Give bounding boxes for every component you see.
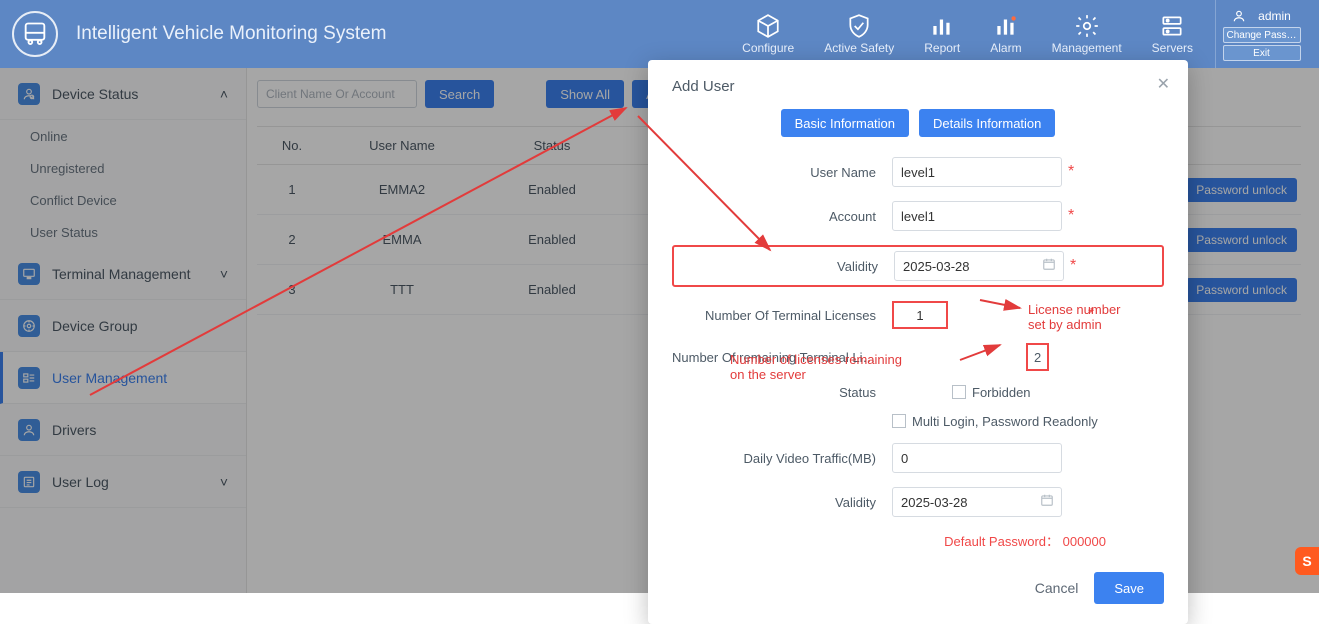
input-daily-video[interactable] xyxy=(892,443,1062,473)
app-logo xyxy=(12,11,58,57)
nav-label: Alarm xyxy=(990,41,1021,55)
nav-label: Management xyxy=(1052,41,1122,55)
user-icon xyxy=(1232,9,1246,23)
input-licenses[interactable] xyxy=(900,304,940,326)
modal-title: Add User xyxy=(672,78,1164,95)
shield-icon xyxy=(846,13,872,39)
nav-configure[interactable]: Configure xyxy=(742,13,794,55)
input-user-name[interactable] xyxy=(892,157,1062,187)
input-account[interactable] xyxy=(892,201,1062,231)
value-remaining: 2 xyxy=(1034,350,1041,365)
label-licenses: Number Of Terminal Licenses xyxy=(672,308,892,323)
nav-management[interactable]: Management xyxy=(1052,13,1122,55)
cancel-button[interactable]: Cancel xyxy=(1035,580,1079,596)
tab-details-information[interactable]: Details Information xyxy=(919,109,1055,137)
default-password-note: Default Password： 000000 xyxy=(672,531,1164,550)
required-star: * xyxy=(1088,306,1094,324)
add-user-modal: Add User ✕ Basic Information Details Inf… xyxy=(648,60,1188,624)
save-button[interactable]: Save xyxy=(1094,572,1164,604)
account-name: admin xyxy=(1258,9,1291,23)
label-validity: Validity xyxy=(674,259,894,274)
nav-active-safety[interactable]: Active Safety xyxy=(824,13,894,55)
checkbox-icon xyxy=(892,414,906,428)
server-icon xyxy=(1159,13,1185,39)
account-box: admin Change Pass… Exit xyxy=(1215,0,1307,68)
required-star: * xyxy=(1068,207,1074,225)
tab-basic-information[interactable]: Basic Information xyxy=(781,109,909,137)
app-title: Intelligent Vehicle Monitoring System xyxy=(76,23,387,45)
close-icon[interactable]: ✕ xyxy=(1157,74,1170,94)
header-nav: Configure Active Safety Report Alarm Man… xyxy=(742,13,1193,55)
calendar-icon[interactable] xyxy=(1040,493,1054,512)
nav-servers[interactable]: Servers xyxy=(1152,13,1193,55)
change-password-button[interactable]: Change Pass… xyxy=(1223,27,1301,43)
nav-label: Servers xyxy=(1152,41,1193,55)
checkbox-multi-login[interactable]: Multi Login, Password Readonly xyxy=(892,414,1098,429)
label-daily-video: Daily Video Traffic(MB) xyxy=(672,451,892,466)
cube-icon xyxy=(755,13,781,39)
exit-button[interactable]: Exit xyxy=(1223,45,1301,61)
nav-alarm[interactable]: Alarm xyxy=(990,13,1021,55)
checkbox-forbidden[interactable]: Forbidden xyxy=(952,385,1031,400)
calendar-icon[interactable] xyxy=(1042,257,1056,276)
nav-report[interactable]: Report xyxy=(924,13,960,55)
required-star: * xyxy=(1070,257,1076,275)
bars-alert-icon xyxy=(993,13,1019,39)
checkbox-icon xyxy=(952,385,966,399)
label-user-name: User Name xyxy=(672,165,892,180)
label-status: Status xyxy=(672,385,892,400)
nav-label: Active Safety xyxy=(824,41,894,55)
gear-icon xyxy=(1074,13,1100,39)
app-header: Intelligent Vehicle Monitoring System Co… xyxy=(0,0,1319,68)
required-star: * xyxy=(1068,163,1074,181)
input-validity[interactable] xyxy=(894,251,1064,281)
floating-tab[interactable]: S xyxy=(1295,547,1319,575)
label-remaining: Number Of remaining Terminal Licen… xyxy=(672,350,892,365)
bars-icon xyxy=(929,13,955,39)
input-validity2[interactable] xyxy=(892,487,1062,517)
label-validity2: Validity xyxy=(672,495,892,510)
nav-label: Configure xyxy=(742,41,794,55)
nav-label: Report xyxy=(924,41,960,55)
bus-icon xyxy=(21,20,49,48)
label-account: Account xyxy=(672,209,892,224)
